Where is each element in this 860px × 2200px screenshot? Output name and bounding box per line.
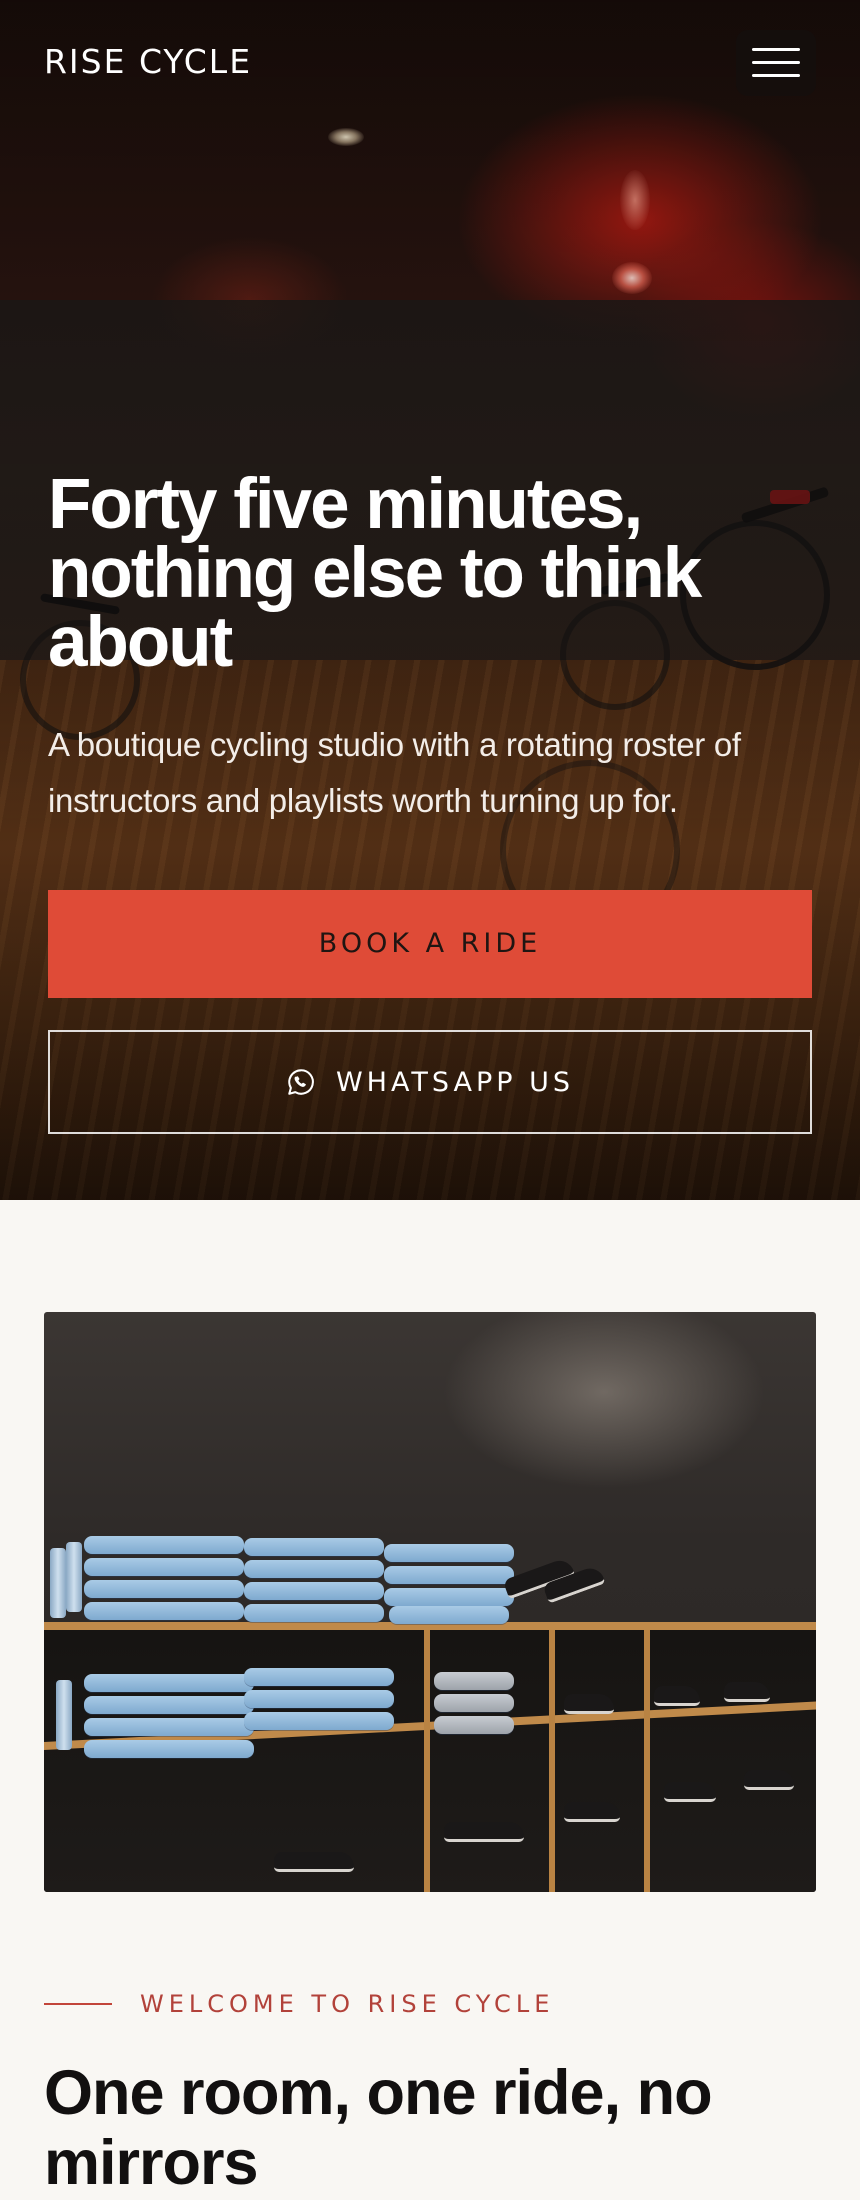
- ceiling-light: [328, 128, 364, 146]
- top-navigation: RISE CYCLE: [0, 0, 860, 120]
- towel-stack: [244, 1690, 394, 1708]
- towel-stack: [389, 1606, 509, 1624]
- towel-stack: [244, 1668, 394, 1686]
- towel-stack: [244, 1560, 384, 1578]
- hero-section: RISE CYCLE Forty five minutes, nothing e…: [0, 0, 860, 1200]
- towel-stack: [84, 1602, 244, 1620]
- towel-stack: [244, 1538, 384, 1556]
- towel-stack: [244, 1582, 384, 1600]
- hamburger-menu-icon: [752, 61, 800, 64]
- towel-stack: [84, 1740, 254, 1758]
- towel-stack: [84, 1558, 244, 1576]
- towel-stack: [84, 1580, 244, 1598]
- menu-button[interactable]: [736, 30, 816, 96]
- towel-stack: [384, 1588, 514, 1606]
- whatsapp-icon: [288, 1069, 314, 1095]
- cycling-shoe: [654, 1686, 700, 1706]
- cycling-shoe: [744, 1770, 794, 1790]
- whatsapp-us-button[interactable]: WHATSAPP US: [48, 1030, 812, 1134]
- welcome-eyebrow: WELCOME TO RISE CYCLE: [44, 1990, 554, 2018]
- towel-stack: [84, 1718, 254, 1736]
- cycling-shoe: [564, 1802, 620, 1822]
- water-bottle: [66, 1542, 82, 1612]
- brand-logo[interactable]: RISE CYCLE: [44, 42, 252, 81]
- cycling-shoe: [664, 1782, 716, 1802]
- towel-stack: [384, 1566, 514, 1584]
- water-bottle: [50, 1548, 66, 1618]
- cycling-shoe: [274, 1852, 354, 1872]
- hero-subtitle: A boutique cycling studio with a rotatin…: [48, 726, 741, 819]
- cycling-shoe: [724, 1682, 770, 1702]
- red-ceiling-light: [612, 262, 652, 294]
- eyebrow-text: WELCOME TO RISE CYCLE: [140, 1990, 555, 2018]
- shelf-divider: [644, 1630, 650, 1892]
- shelf-cabinet: [44, 1630, 816, 1892]
- red-wall-light: [620, 170, 650, 230]
- towel-stack: [434, 1716, 514, 1734]
- cycling-shoe: [444, 1822, 524, 1842]
- towel-stack: [434, 1694, 514, 1712]
- hero-content: Forty five minutes, nothing else to thin…: [48, 465, 818, 829]
- towel-stack: [434, 1672, 514, 1690]
- towel-stack: [244, 1712, 394, 1730]
- shelf-divider: [549, 1630, 555, 1892]
- towel-stack: [84, 1674, 254, 1692]
- towel-stack: [244, 1604, 384, 1622]
- towel-stack: [84, 1536, 244, 1554]
- water-bottle: [56, 1680, 72, 1750]
- hamburger-menu-icon: [752, 74, 800, 77]
- welcome-title: One room, one ride, no mirrors: [44, 2058, 713, 2198]
- cycling-shoe: [564, 1694, 614, 1714]
- studio-shelves-photo: [44, 1312, 816, 1892]
- book-a-ride-button[interactable]: BOOK A RIDE: [48, 890, 812, 998]
- eyebrow-divider: [44, 2003, 112, 2005]
- shelf-divider: [424, 1630, 430, 1892]
- towel-stack: [384, 1544, 514, 1562]
- whatsapp-us-label: WHATSAPP US: [335, 1066, 575, 1098]
- hero-title: Forty five minutes, nothing else to thin…: [48, 465, 702, 682]
- towel-stack: [84, 1696, 254, 1714]
- hamburger-menu-icon: [752, 48, 800, 51]
